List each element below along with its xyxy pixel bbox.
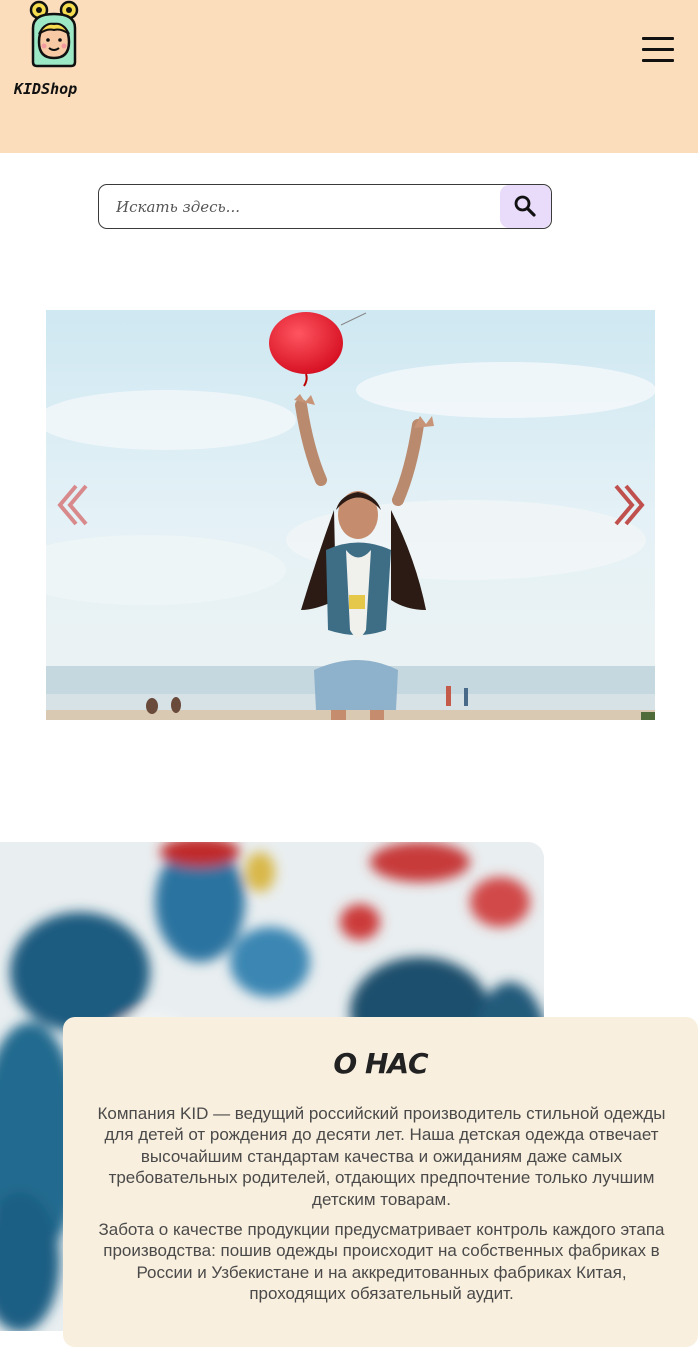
search-bar	[98, 184, 552, 229]
about-card: О НАС Компания KID — ведущий российский …	[63, 1017, 698, 1347]
chevron-left-icon[interactable]	[52, 480, 92, 530]
logo[interactable]: KIDShop	[14, 0, 96, 104]
about-paragraph: Забота о качестве продукции предусматрив…	[98, 1220, 665, 1304]
image-slider	[46, 310, 655, 720]
slider-image	[46, 310, 655, 720]
girl-avatar-icon	[29, 0, 79, 68]
hamburger-menu-icon[interactable]	[636, 30, 676, 70]
search-icon	[514, 195, 536, 217]
chevron-right-icon[interactable]	[610, 480, 650, 530]
header: KIDShop	[0, 0, 698, 153]
about-paragraph: Компания KID — ведущий российский произв…	[97, 1104, 666, 1209]
about-title: О НАС	[333, 1047, 428, 1080]
search-button[interactable]	[500, 185, 551, 228]
logo-text: KIDShop	[14, 80, 78, 98]
search-input[interactable]	[99, 185, 489, 228]
